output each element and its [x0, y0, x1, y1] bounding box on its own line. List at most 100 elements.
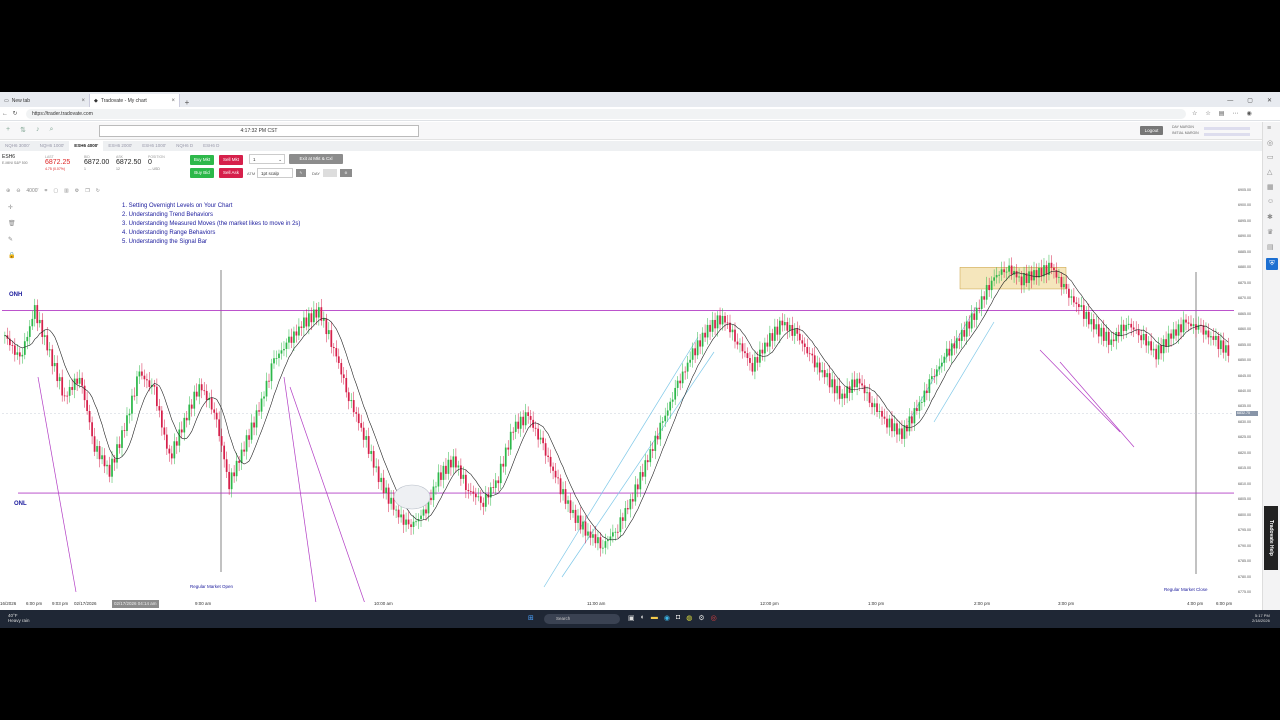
- store-icon[interactable]: ◘: [676, 614, 680, 622]
- candle-body: [355, 412, 358, 414]
- maximize-icon[interactable]: ▢: [1247, 97, 1253, 104]
- extensions-icon[interactable]: ▤: [1219, 110, 1225, 117]
- copilot-icon[interactable]: ◉: [1246, 110, 1251, 117]
- trophy-icon[interactable]: ♛: [1267, 228, 1273, 236]
- explorer-icon[interactable]: ▬: [651, 614, 658, 622]
- users-icon[interactable]: ☺: [1267, 198, 1274, 205]
- tif-select[interactable]: DAY: [312, 171, 320, 176]
- url-field[interactable]: https://trader.tradovate.com: [26, 108, 1186, 119]
- taskbar-search[interactable]: Search: [544, 614, 620, 624]
- chrome-icon[interactable]: ◍: [686, 614, 692, 622]
- quantity-select[interactable]: 1 ⌄: [249, 154, 285, 164]
- close-icon[interactable]: ×: [171, 98, 175, 104]
- alert-icon[interactable]: △: [1267, 168, 1272, 176]
- x-tick-label: 2:00 pm: [974, 601, 991, 606]
- candle-body: [671, 399, 674, 402]
- atm-strategy-select[interactable]: 1pt scalp: [257, 168, 293, 178]
- bell-icon[interactable]: ♪: [36, 126, 40, 134]
- contract-tab[interactable]: ESH6 1000': [137, 141, 171, 151]
- candle-body: [293, 331, 295, 343]
- candle-body: [848, 386, 851, 393]
- x-tick-label: 16/2026: [0, 601, 17, 606]
- copilot-app-icon[interactable]: ◐: [641, 614, 645, 622]
- atm-edit-button[interactable]: ✎: [296, 169, 306, 177]
- sell-ask-button[interactable]: Sell Ask: [219, 168, 243, 178]
- idea-icon[interactable]: ✱: [1267, 213, 1273, 221]
- settings-icon[interactable]: ⚙: [340, 169, 352, 177]
- weather-widget[interactable]: 40°F Heavy rain: [8, 613, 30, 623]
- lesson-notes: 1. Setting Overnight Levels on Your Char…: [122, 202, 300, 247]
- buy-mkt-button[interactable]: Buy Mkt: [190, 155, 214, 165]
- logout-button[interactable]: Logout: [1140, 126, 1163, 135]
- browser-tab-new-tab[interactable]: ▭ New tab ×: [0, 94, 90, 107]
- close-window-icon[interactable]: ✕: [1267, 97, 1272, 104]
- candle-body: [298, 326, 300, 336]
- arrows-icon[interactable]: ⇅: [20, 126, 26, 134]
- margin-readout: DAY MARGIN INITIAL MARGIN: [1172, 124, 1199, 136]
- candle-body: [377, 466, 380, 483]
- candle-body: [66, 395, 69, 397]
- windows-start-icon[interactable]: ⊞: [528, 614, 534, 622]
- candle-body: [754, 357, 756, 372]
- contract-tab-active[interactable]: ESH6 4000': [69, 141, 104, 151]
- candle-body: [901, 428, 903, 439]
- list-icon[interactable]: ≡: [1267, 125, 1271, 132]
- candle-body: [68, 387, 71, 396]
- candle-body: [549, 456, 552, 467]
- tif-input[interactable]: [323, 169, 337, 177]
- candle-body: [497, 480, 500, 484]
- favorites-icon[interactable]: ☆: [1205, 110, 1210, 117]
- candle-body: [21, 354, 24, 357]
- candle-body: [783, 322, 786, 326]
- settings-app-icon[interactable]: ⚙: [698, 614, 704, 622]
- contract-tab[interactable]: ESH6 D: [198, 141, 224, 151]
- candle-body: [766, 342, 769, 347]
- candle-body: [709, 324, 711, 332]
- x-tick-label: 6:00 pm: [26, 601, 43, 606]
- refresh-icon[interactable]: ↻: [10, 110, 20, 117]
- search-icon[interactable]: ⌕: [49, 126, 53, 134]
- back-icon[interactable]: ←: [0, 111, 10, 117]
- recorder-icon[interactable]: ◎: [711, 614, 717, 622]
- add-icon[interactable]: +: [6, 126, 10, 134]
- contract-tab[interactable]: ESH6 2000': [103, 141, 137, 151]
- book-icon[interactable]: ▤: [1267, 243, 1274, 251]
- candle-body: [699, 340, 701, 347]
- browser-tab-tradovate[interactable]: ◆ Tradovate - My chart ×: [90, 94, 180, 107]
- star-icon[interactable]: ☆: [1192, 110, 1197, 117]
- y-tick-label: 6805.00: [1238, 497, 1251, 502]
- shield-icon[interactable]: ⛨: [1266, 258, 1278, 270]
- candle-body: [1167, 333, 1170, 347]
- candle-body: [185, 417, 188, 421]
- calendar-icon[interactable]: ▦: [1267, 183, 1274, 191]
- sell-mkt-button[interactable]: Sell Mkt: [219, 155, 243, 165]
- buy-bid-button[interactable]: Buy Bid: [190, 168, 214, 178]
- candle-body: [225, 459, 228, 472]
- candle-body: [968, 321, 971, 329]
- candle-body: [881, 410, 883, 417]
- new-tab-icon[interactable]: +: [180, 98, 194, 107]
- tradovate-help-button[interactable]: Tradovate Help: [1264, 506, 1278, 570]
- edge-icon[interactable]: ◉: [664, 614, 670, 622]
- candle-body: [878, 410, 881, 412]
- candle-body: [327, 330, 330, 335]
- contract-tab[interactable]: NQH6 D: [171, 141, 198, 151]
- candle-body: [943, 356, 946, 363]
- exit-at-mkt-button[interactable]: Exit at Mkt & Cxl: [289, 154, 343, 164]
- candle-body: [245, 435, 248, 452]
- candle-body: [1068, 288, 1070, 298]
- contract-tab[interactable]: NQH6 1000': [35, 141, 70, 151]
- candle-body: [195, 391, 198, 397]
- contract-tab[interactable]: NQH6 3000': [0, 141, 35, 151]
- candle-body: [970, 313, 973, 329]
- close-icon[interactable]: ×: [81, 98, 85, 104]
- more-icon[interactable]: ⋯: [1232, 110, 1238, 117]
- task-view-icon[interactable]: ▣: [628, 614, 635, 622]
- candle-body: [1008, 265, 1010, 272]
- candle-body: [1058, 276, 1060, 278]
- candle-body: [736, 341, 739, 345]
- chat-icon[interactable]: ▭: [1267, 153, 1274, 161]
- compass-icon[interactable]: ◎: [1267, 139, 1273, 147]
- minimize-icon[interactable]: —: [1227, 98, 1233, 104]
- candle-body: [86, 400, 88, 412]
